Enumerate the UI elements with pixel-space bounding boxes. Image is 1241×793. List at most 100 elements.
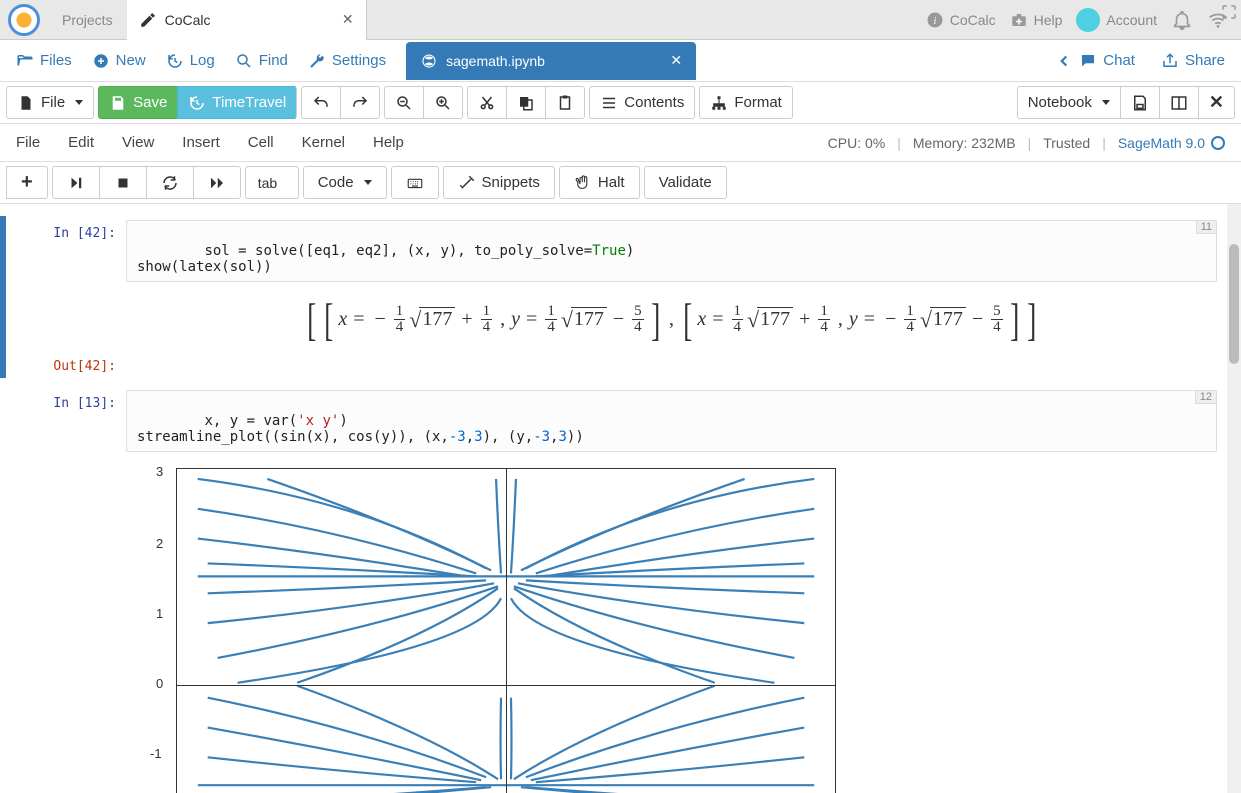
cell-toolbar: + tab Code Snippets Halt Validate: [0, 162, 1241, 204]
chat-button[interactable]: Chat: [1047, 48, 1143, 74]
save-button[interactable]: Save: [98, 86, 177, 119]
close-editor-button[interactable]: ✕: [1198, 86, 1235, 119]
cocalc-logo-icon[interactable]: [8, 4, 40, 36]
kernel-status-icon: [1211, 136, 1225, 150]
zoom-in-button[interactable]: [423, 86, 463, 119]
settings-button[interactable]: Settings: [300, 48, 394, 74]
file-icon: [17, 94, 35, 112]
code-input[interactable]: 11sol = solve([eq1, eq2], (x, y), to_pol…: [126, 220, 1217, 282]
new-button[interactable]: New: [84, 48, 154, 74]
split-button[interactable]: [1159, 86, 1198, 119]
undo-icon: [312, 94, 330, 112]
folder-open-icon: [16, 52, 34, 70]
y-tick: 3: [156, 464, 163, 479]
menu-cell[interactable]: Cell: [248, 134, 274, 151]
latex-output: [[ x = −14177 + 14, y = 14177 − 54 ],[ x…: [126, 292, 1217, 347]
app-titlebar: Projects CoCalc ✕ i CoCalc Help Account: [0, 0, 1241, 40]
project-tab-title: CoCalc: [165, 12, 211, 28]
close-icon[interactable]: ✕: [670, 52, 682, 69]
notebook-dropdown[interactable]: Notebook: [1017, 86, 1120, 119]
share-icon: [1161, 52, 1179, 70]
svg-text:i: i: [933, 15, 936, 26]
cut-icon: [478, 94, 496, 112]
menu-file[interactable]: File: [16, 134, 40, 151]
copy-button[interactable]: [506, 86, 545, 119]
jupyter-icon: [420, 52, 438, 70]
help-button[interactable]: Help: [1010, 11, 1063, 29]
files-button[interactable]: Files: [8, 48, 80, 74]
file-tab-name: sagemath.ipynb: [446, 53, 545, 69]
snippets-button[interactable]: Snippets: [443, 166, 555, 199]
line-count-badge: 12: [1195, 391, 1216, 404]
menu-edit[interactable]: Edit: [68, 134, 94, 151]
code-input[interactable]: 12x, y = var('x y') streamline_plot((sin…: [126, 390, 1217, 452]
fullscreen-icon[interactable]: [1220, 3, 1238, 21]
scrollbar[interactable]: [1227, 204, 1241, 793]
undo-button[interactable]: [301, 86, 340, 119]
in-prompt: In [13]:: [6, 396, 116, 411]
project-toolbar: Files New Log Find Settings sagemath.ipy…: [0, 40, 1241, 82]
keyboard-button[interactable]: [391, 166, 439, 199]
close-icon[interactable]: ✕: [342, 11, 354, 28]
run-all-button[interactable]: [193, 166, 241, 199]
cut-button[interactable]: [467, 86, 506, 119]
bell-icon[interactable]: [1171, 9, 1193, 31]
file-tab-active[interactable]: sagemath.ipynb ✕: [406, 42, 696, 80]
share-button[interactable]: Share: [1153, 48, 1233, 74]
notebook-area[interactable]: In [42]: 11sol = solve([eq1, eq2], (x, y…: [0, 204, 1227, 793]
line-count-badge: 11: [1196, 221, 1216, 234]
validate-button[interactable]: Validate: [644, 166, 727, 199]
menu-help[interactable]: Help: [373, 134, 404, 151]
menu-insert[interactable]: Insert: [182, 134, 220, 151]
run-button[interactable]: [52, 166, 99, 199]
memory-status: Memory: 232MB: [913, 135, 1016, 151]
menu-kernel[interactable]: Kernel: [302, 134, 345, 151]
account-label: Account: [1106, 12, 1157, 28]
zoom-out-icon: [395, 94, 413, 112]
save-icon: [109, 94, 127, 112]
in-prompt: In [42]:: [6, 226, 116, 241]
contents-button[interactable]: Contents: [589, 86, 695, 119]
scrollbar-thumb[interactable]: [1229, 244, 1239, 364]
log-button[interactable]: Log: [158, 48, 223, 74]
halt-button[interactable]: Halt: [559, 166, 640, 199]
restart-button[interactable]: [146, 166, 193, 199]
account-button[interactable]: Account: [1076, 8, 1157, 32]
y-tick: 2: [156, 536, 163, 551]
history-icon: [166, 52, 184, 70]
format-button[interactable]: Format: [699, 86, 793, 119]
cell-13[interactable]: In [13]: 12x, y = var('x y') streamline_…: [0, 386, 1227, 793]
close-icon: ✕: [1209, 92, 1224, 113]
project-tab-active[interactable]: CoCalc ✕: [127, 0, 367, 40]
magic-icon: [458, 174, 476, 192]
redo-button[interactable]: [340, 86, 380, 119]
file-dropdown[interactable]: File: [6, 86, 94, 119]
info-icon: i: [926, 11, 944, 29]
streamline-plot: 3 2 1 0 -1 -2: [126, 468, 846, 793]
keyboard-icon: [406, 174, 424, 192]
kernel-selector[interactable]: SageMath 9.0: [1118, 135, 1225, 151]
projects-button[interactable]: Projects: [48, 12, 127, 28]
sitemap-icon: [710, 94, 728, 112]
history-icon: [188, 94, 206, 112]
cocalc-info-label: CoCalc: [950, 12, 996, 28]
cell-42[interactable]: In [42]: 11sol = solve([eq1, eq2], (x, y…: [0, 216, 1227, 361]
trusted-status[interactable]: Trusted: [1043, 135, 1090, 151]
timetravel-button[interactable]: TimeTravel: [177, 86, 297, 119]
download-button[interactable]: [1120, 86, 1159, 119]
cell-output: 3 2 1 0 -1 -2: [126, 452, 1217, 793]
tab-key-hint[interactable]: tab: [245, 166, 299, 199]
stop-button[interactable]: [99, 166, 146, 199]
insert-cell-button[interactable]: +: [6, 166, 48, 199]
find-button[interactable]: Find: [227, 48, 296, 74]
plus-icon: +: [21, 171, 33, 194]
editor-toolbar: File Save TimeTravel Contents Format Not…: [0, 82, 1241, 124]
cocalc-info-button[interactable]: i CoCalc: [926, 11, 996, 29]
menu-view[interactable]: View: [122, 134, 154, 151]
cell-type-dropdown[interactable]: Code: [303, 166, 387, 199]
paste-button[interactable]: [545, 86, 585, 119]
cpu-status: CPU: 0%: [828, 135, 886, 151]
edit-icon: [139, 11, 157, 29]
zoom-out-button[interactable]: [384, 86, 423, 119]
plus-circle-icon: [92, 52, 110, 70]
